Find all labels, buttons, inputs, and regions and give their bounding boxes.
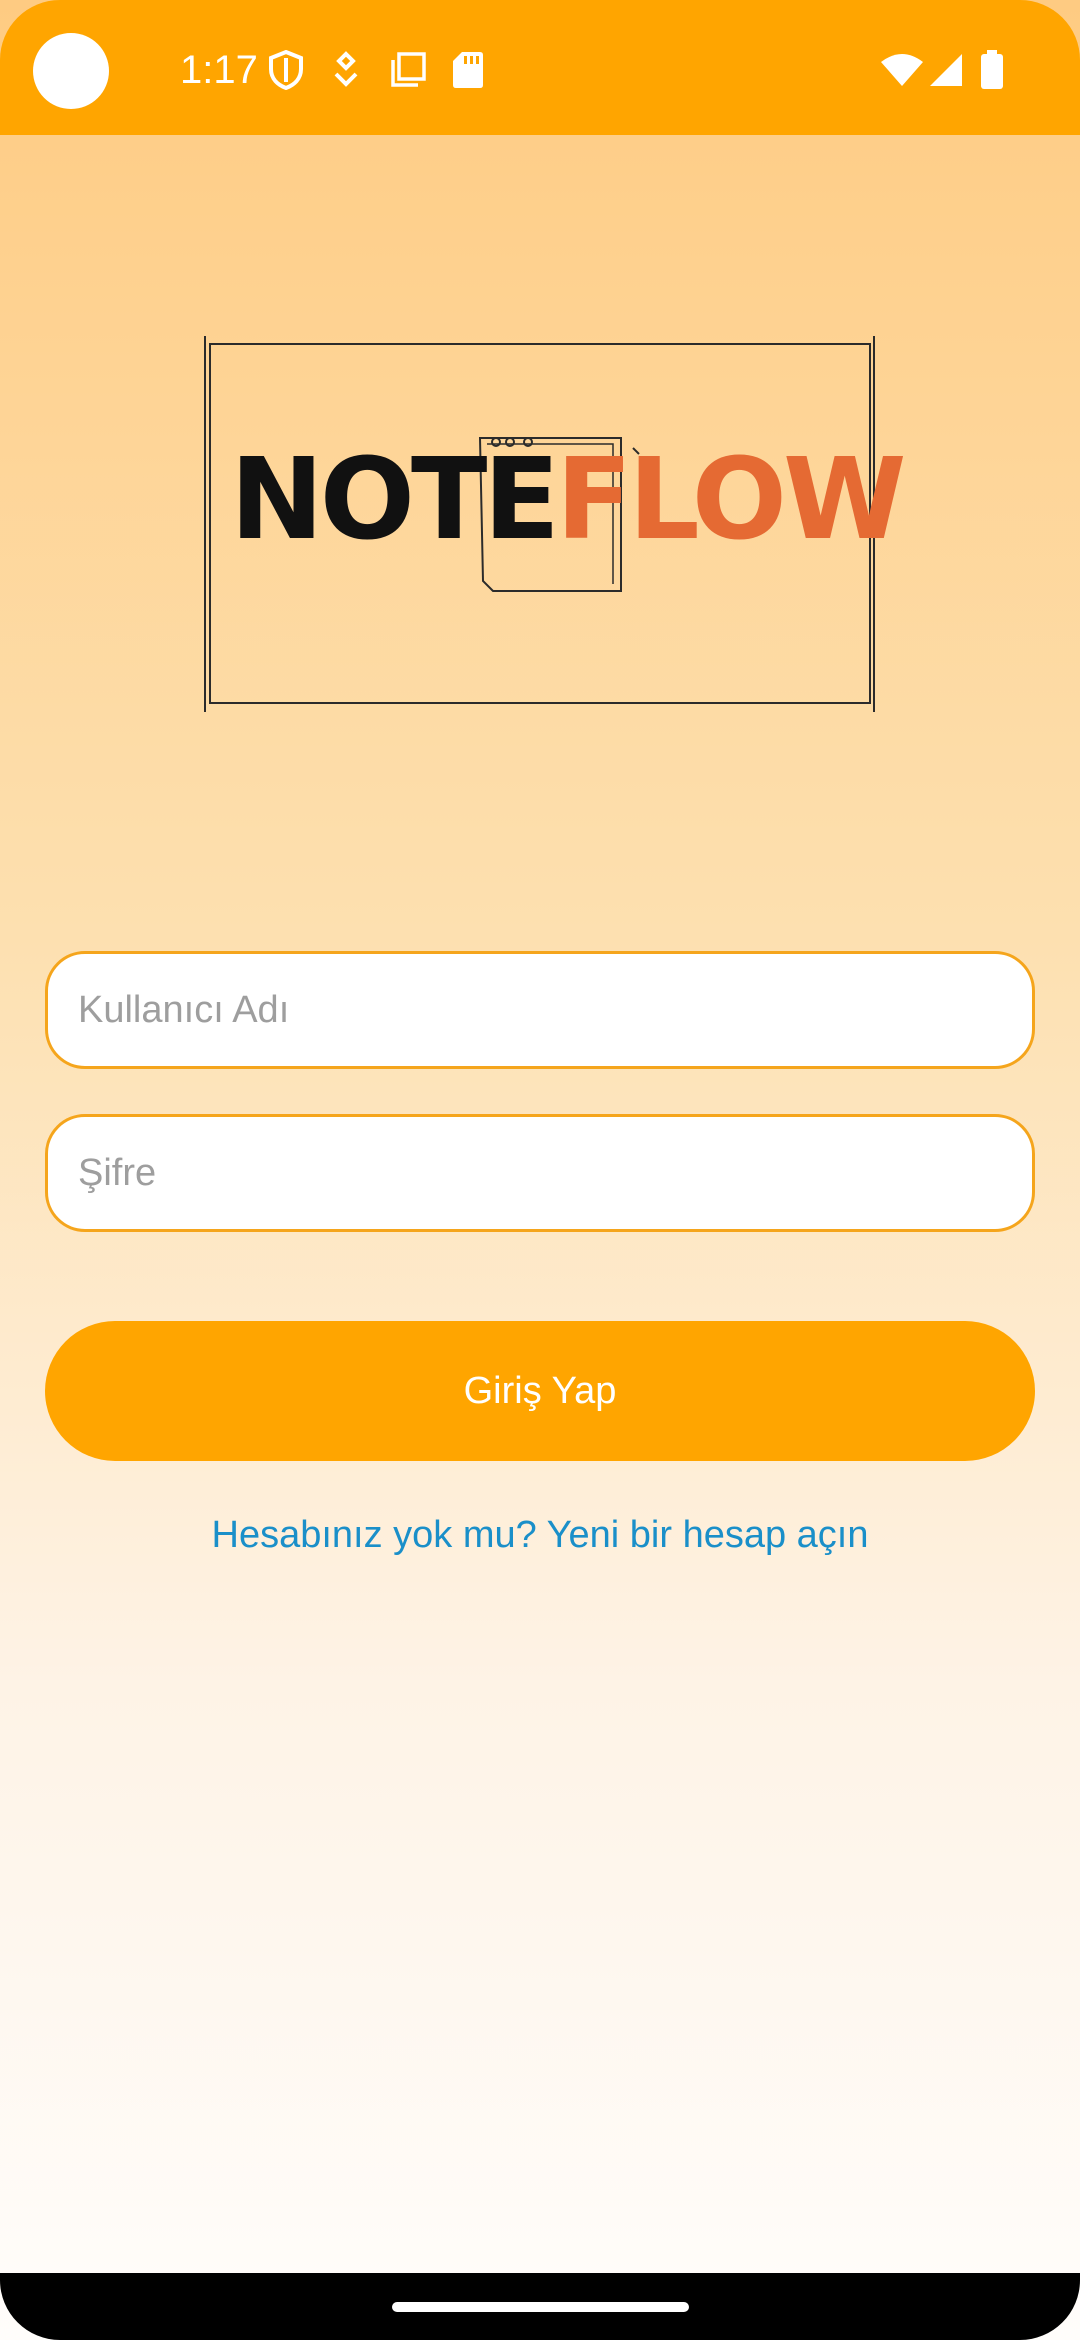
copy-icon xyxy=(391,52,426,87)
login-button[interactable]: Giriş Yap xyxy=(45,1321,1035,1461)
location-icon xyxy=(334,51,358,87)
status-time: 1:17 xyxy=(180,48,258,92)
logo-flow-text: FLOW xyxy=(555,435,907,565)
status-bar: 1:17 xyxy=(0,0,1080,135)
shield-icon xyxy=(269,50,303,90)
camera-cutout xyxy=(33,33,109,109)
wifi-icon xyxy=(881,54,923,86)
battery-icon xyxy=(981,50,1003,89)
signup-link[interactable]: Hesabınız yok mu? Yeni bir hesap açın xyxy=(0,1505,1080,1565)
logo-note-text: NOTE xyxy=(230,435,560,565)
password-input[interactable] xyxy=(45,1114,1035,1232)
sd-card-icon xyxy=(453,52,483,88)
username-input[interactable] xyxy=(45,951,1035,1069)
home-gesture-handle[interactable] xyxy=(392,2302,689,2312)
login-screen: 1:17 NOTEFLOW Kullanıcı Adı Giriş Yap He… xyxy=(0,0,1080,2340)
signal-icon xyxy=(930,54,962,86)
app-logo: NOTEFLOW xyxy=(230,440,906,560)
